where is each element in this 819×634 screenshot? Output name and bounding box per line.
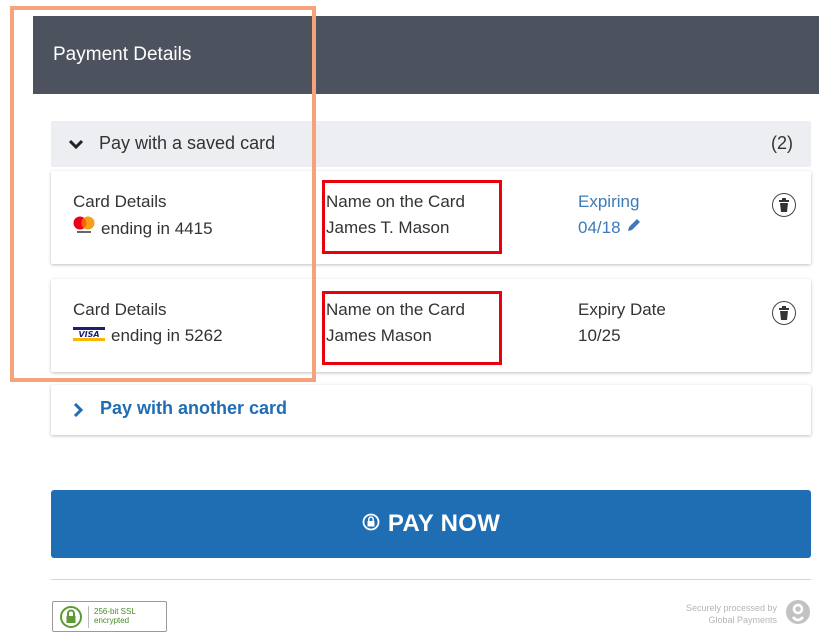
pay-now-button[interactable]: PAY NOW [51,490,811,558]
secure-lock-icon [362,513,380,535]
delete-card-trash-icon[interactable] [772,193,796,217]
footer-divider [51,579,811,580]
name-highlight-box [322,180,502,254]
saved-card-count: (2) [771,133,793,153]
expiry-label: Expiry Date [578,300,666,319]
expiry-value: 10/25 [578,326,621,345]
ssl-line1: 256-bit SSL [94,607,136,616]
ssl-text: 256-bit SSL encrypted [94,607,136,625]
card-expiry: Expiry Date 10/25 [578,297,666,349]
expiry-value[interactable]: 04/18 [578,215,621,241]
card-expiry[interactable]: Expiring 04/18 [578,189,642,241]
ssl-line2: encrypted [94,616,130,625]
another-card-label[interactable]: Pay with another card [100,398,287,419]
ssl-badge: 256-bit SSL encrypted [52,601,167,632]
expiry-label[interactable]: Expiring [578,189,642,215]
global-payments-logo-icon [785,599,811,631]
pay-with-another-card-accordion[interactable]: Pay with another card [51,385,811,435]
secure-line1: Securely processed by [685,603,777,613]
edit-pencil-icon[interactable] [626,215,642,241]
chevron-right-icon[interactable] [73,402,84,421]
secure-processor-text: Securely processed by Global Payments [686,602,777,626]
delete-card-trash-icon[interactable] [772,301,796,325]
secure-line2: Global Payments [708,615,777,625]
ssl-separator [88,606,89,628]
pay-now-label[interactable]: PAY NOW [388,510,500,538]
card-details-highlight-box [10,6,316,382]
ssl-lock-icon [59,605,83,633]
name-highlight-box [322,291,502,365]
